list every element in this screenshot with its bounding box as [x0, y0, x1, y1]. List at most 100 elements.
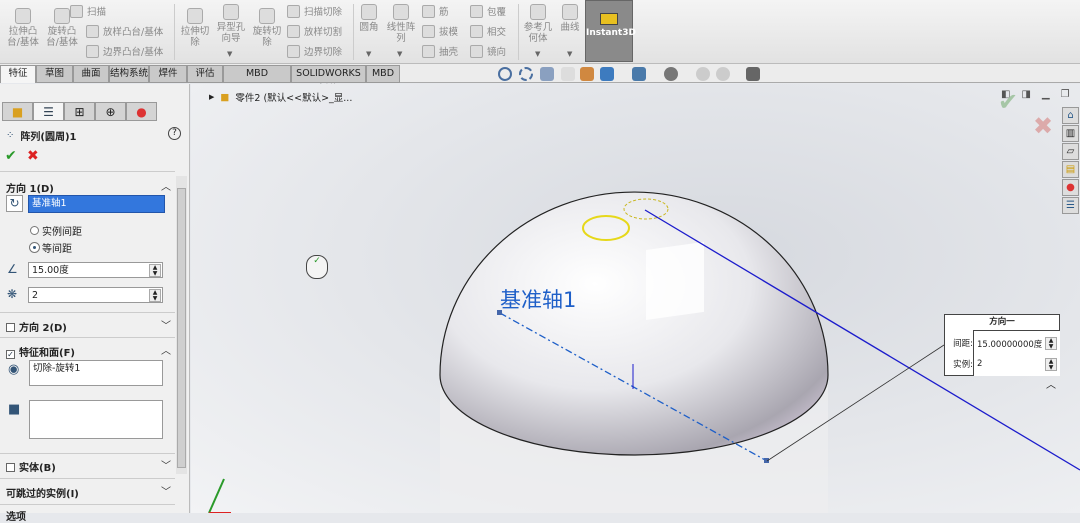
graphics-viewport[interactable]: ▶■零件2 (默认<<默认>_显... 基准轴1 ✓ ◧◨▁❐✕ ✔ ✖ [191, 84, 1080, 513]
expand-icon[interactable]: ﹀ [161, 457, 171, 472]
skip-instances-header[interactable]: 可跳过的实例(I) [6, 485, 79, 500]
fillet-button[interactable]: 圆角 [356, 4, 382, 33]
expand-icon[interactable]: ﹀ [161, 483, 171, 498]
faces-list[interactable] [29, 400, 163, 439]
boundary-boss-button[interactable]: 边界凸台/基体 [86, 44, 163, 58]
features-list[interactable]: 切除-旋转1 [29, 360, 163, 386]
faces-icon: ■ [8, 402, 21, 417]
linear-pattern-button[interactable]: 线性阵列 [384, 4, 418, 44]
appearances-icon[interactable]: ● [1062, 179, 1079, 196]
revolve-cut-button[interactable]: 旋转切除 [250, 8, 284, 48]
view-palette-icon[interactable]: ▤ [1062, 161, 1079, 178]
angle-spinner[interactable]: ▲ ▼ [149, 264, 161, 277]
curves-button[interactable]: 曲线 [557, 4, 583, 33]
tab-features[interactable]: 特征 [0, 65, 36, 83]
property-manager-tab[interactable]: ☰ [33, 102, 64, 121]
cancel-button[interactable]: ✖ [27, 148, 39, 164]
equal-spacing-radio[interactable]: 等间距 [29, 240, 72, 255]
expand-icon[interactable]: ﹀ [161, 317, 171, 332]
edit-appearance-icon[interactable] [696, 67, 710, 81]
dynamic-annotation-icon[interactable] [580, 67, 594, 81]
tab-sketch[interactable]: 草图 [36, 65, 73, 83]
hemisphere-body[interactable] [440, 192, 828, 455]
expand-right-icon[interactable]: ◨ [1021, 89, 1030, 100]
direction2-checkbox[interactable] [6, 323, 15, 332]
direction2-header[interactable]: 方向 2(D) [6, 319, 67, 334]
count-value-field[interactable]: 2 [977, 359, 982, 369]
scrollbar[interactable] [176, 176, 187, 474]
view-orientation-icon[interactable] [600, 67, 614, 81]
intersect-button[interactable]: 相交 [470, 24, 506, 38]
file-explorer-icon[interactable]: ▱ [1062, 143, 1079, 160]
collapse-icon[interactable]: ︿ [161, 342, 171, 357]
instances-spinner[interactable]: ▲ ▼ [149, 289, 161, 302]
bodies-checkbox[interactable] [6, 463, 15, 472]
fillet-dropdown[interactable]: ▼ [366, 50, 371, 58]
custom-properties-icon[interactable]: ☰ [1062, 197, 1079, 214]
direction1-header[interactable]: 方向 1(D) [6, 180, 54, 195]
features-faces-checkbox[interactable]: ✓ [6, 350, 15, 359]
callout-collapse-icon[interactable]: ︿ [1046, 376, 1056, 391]
zoom-to-fit-icon[interactable] [498, 67, 512, 81]
instances-field[interactable]: 2 ▲ ▼ [28, 287, 163, 303]
spacing-value-field[interactable]: 15.00000000度 [977, 338, 1042, 350]
tab-solidworks-addins[interactable]: SOLIDWORKS 插件 [291, 65, 366, 95]
swept-cut-button[interactable]: 扫描切除 [287, 4, 342, 18]
pattern-axis-field[interactable]: 基准轴1 [28, 195, 165, 213]
tab-weldments[interactable]: 焊件 [149, 65, 187, 83]
shell-button[interactable]: 抽壳 [422, 44, 458, 58]
hole-wizard-dropdown[interactable]: ▼ [227, 50, 232, 58]
angle-field[interactable]: 15.00度 ▲ ▼ [28, 262, 163, 278]
count-spinner[interactable]: ▲ ▼ [1045, 358, 1057, 371]
collapse-icon[interactable]: ︿ [161, 178, 171, 193]
confirm-corner-ok-icon[interactable]: ✔ [998, 88, 1018, 116]
scrollbar-thumb[interactable] [177, 188, 186, 468]
reference-geometry-dropdown[interactable]: ▼ [535, 50, 540, 58]
extrude-boss-button[interactable]: 拉伸凸台/基体 [5, 8, 41, 48]
tab-evaluate[interactable]: 评估 [187, 65, 223, 83]
tab-mbd-dimensions[interactable]: MBD Dimensions [223, 65, 291, 95]
tab-surfaces[interactable]: 曲面 [73, 65, 109, 83]
previous-view-icon[interactable] [540, 67, 554, 81]
display-manager-tab[interactable]: ● [126, 102, 157, 121]
hide-show-items-icon[interactable] [664, 67, 678, 81]
section-view-icon[interactable] [561, 67, 575, 81]
loft-boss-button[interactable]: 放样凸台/基体 [86, 24, 163, 38]
mirror-button[interactable]: 镜向 [470, 44, 506, 58]
zoom-to-area-icon[interactable] [519, 67, 533, 81]
apply-scene-icon[interactable] [716, 67, 730, 81]
boundary-cut-button[interactable]: 边界切除 [287, 44, 342, 58]
reverse-direction-button[interactable]: ↻ [6, 195, 23, 212]
wrap-button[interactable]: 包覆 [470, 4, 506, 18]
datum-axis-label[interactable]: 基准轴1 [500, 284, 576, 314]
extrude-cut-button[interactable]: 拉伸切除 [178, 8, 212, 48]
tab-structure-system[interactable]: 结构系统 [109, 65, 149, 83]
dimxpert-tab[interactable]: ⊕ [95, 102, 126, 121]
lofted-cut-button[interactable]: 放样切割 [287, 24, 342, 38]
curves-dropdown[interactable]: ▼ [567, 50, 572, 58]
home-icon[interactable]: ⌂ [1062, 107, 1079, 124]
instance-spacing-radio[interactable]: 实例间距 [30, 223, 82, 238]
instant3d-button[interactable]: Instant3D [585, 0, 636, 62]
view-settings-icon[interactable] [746, 67, 760, 81]
options-header[interactable]: 选项 [6, 508, 26, 523]
bodies-header[interactable]: 实体(B) [6, 459, 56, 474]
features-faces-header[interactable]: ✓ 特征和面(F) [6, 344, 75, 359]
reference-geometry-button[interactable]: 参考几何体 [522, 4, 554, 44]
restore-icon[interactable]: ❐ [1061, 89, 1070, 100]
spacing-spinner[interactable]: ▲ ▼ [1045, 337, 1057, 350]
configuration-manager-tab[interactable]: ⊞ [64, 102, 95, 121]
design-library-icon[interactable]: ▥ [1062, 125, 1079, 142]
tab-mbd[interactable]: MBD [366, 65, 400, 83]
display-style-icon[interactable] [632, 67, 646, 81]
hole-wizard-button[interactable]: 异型孔向导 [214, 4, 248, 44]
rib-button[interactable]: 筋 [422, 4, 449, 18]
ok-button[interactable]: ✔ [5, 148, 17, 164]
draft-button[interactable]: 拔模 [422, 24, 458, 38]
feature-manager-tab[interactable]: ■ [2, 102, 33, 121]
sweep-button[interactable]: 扫描 [70, 4, 106, 18]
minimize-icon[interactable]: ▁ [1042, 89, 1050, 100]
confirm-corner-cancel-icon[interactable]: ✖ [1033, 112, 1053, 140]
help-button[interactable]: ? [168, 127, 181, 140]
linear-pattern-dropdown[interactable]: ▼ [397, 50, 402, 58]
